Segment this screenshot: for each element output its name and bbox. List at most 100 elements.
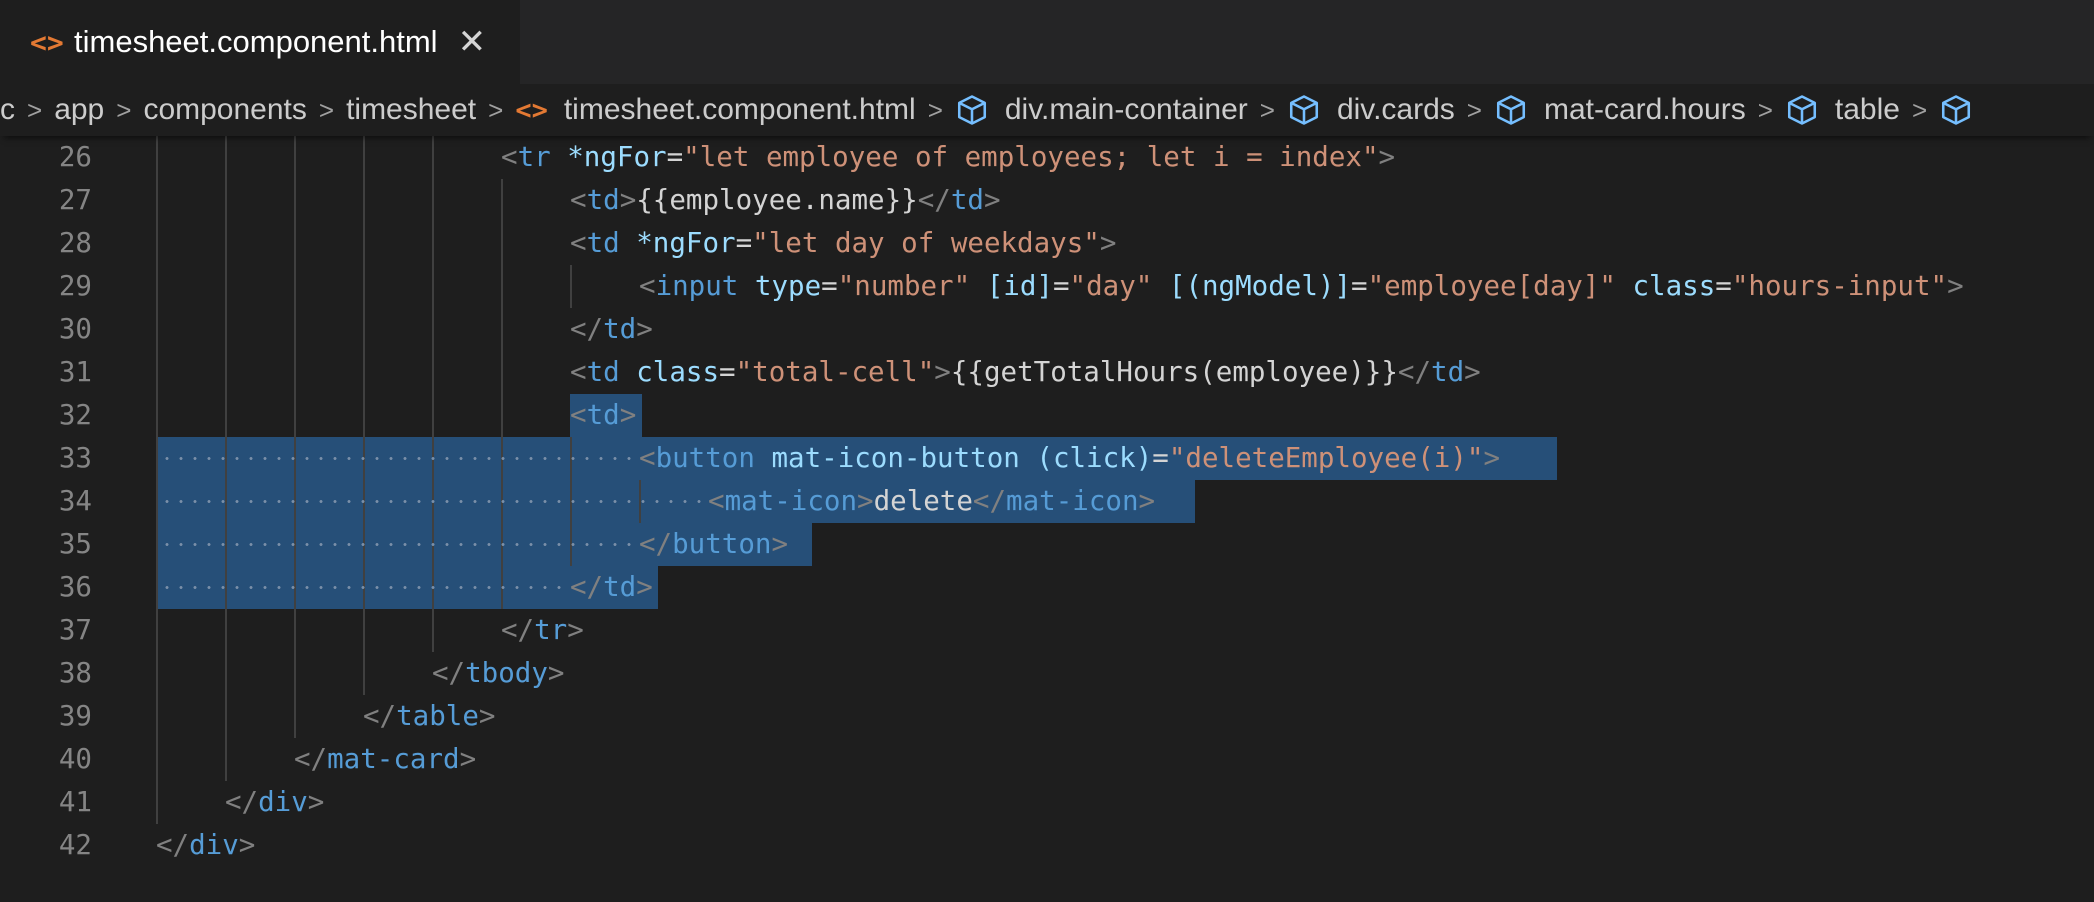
breadcrumb-item-app[interactable]: app xyxy=(54,93,104,127)
code-token: > xyxy=(547,657,565,689)
code-token: "day" xyxy=(1069,270,1153,302)
code-token: </ xyxy=(639,528,673,560)
code-token: button xyxy=(655,442,755,474)
breadcrumb-item-components[interactable]: components xyxy=(143,93,306,127)
line-number: 37 xyxy=(58,614,92,646)
whitespace-render xyxy=(160,543,635,546)
code-token: td xyxy=(586,184,620,216)
breadcrumb-item-timesheet[interactable]: timesheet xyxy=(346,93,476,127)
chevron-right-icon: > xyxy=(1757,94,1773,125)
code-token: td xyxy=(586,227,620,259)
whitespace-render xyxy=(160,500,704,503)
code-token: < xyxy=(639,442,656,474)
code-token: > xyxy=(478,700,496,732)
code-line: 35 </button> xyxy=(0,523,2094,566)
code-token: "hours-input" xyxy=(1731,270,1948,302)
code-token: = xyxy=(666,141,684,173)
breadcrumb-label: div.main-container xyxy=(1004,93,1248,126)
breadcrumb-label: div.cards xyxy=(1336,93,1455,126)
code-token: mat-icon-button xyxy=(771,442,1020,474)
code-token: td xyxy=(950,184,984,216)
line-number: 41 xyxy=(58,786,92,818)
breadcrumb-label: timesheet.component.html xyxy=(563,93,916,126)
code-token: < xyxy=(501,141,518,173)
code-token: input xyxy=(655,270,739,302)
code-line: 36 </td> xyxy=(0,566,2094,609)
code-token: </ xyxy=(225,786,259,818)
line-number: 30 xyxy=(58,313,92,345)
chevron-right-icon: > xyxy=(1466,94,1482,125)
code-token: > xyxy=(307,786,325,818)
element-box-icon xyxy=(1939,93,1973,127)
code-token: > xyxy=(1947,270,1964,302)
code-text: <input type="number" [id]="day" [(ngMode… xyxy=(639,265,1964,308)
code-text: <td>{{employee.name}}</td> xyxy=(570,179,1001,222)
line-number: 36 xyxy=(58,571,92,603)
code-token: < xyxy=(570,227,587,259)
code-token: [id] xyxy=(986,270,1053,302)
code-line: 37 </tr> xyxy=(0,609,2094,652)
breadcrumb-label: table xyxy=(1834,93,1900,126)
code-token: td xyxy=(586,356,620,388)
code-token: "number" xyxy=(837,270,971,302)
code-token: < xyxy=(570,184,587,216)
breadcrumb-item-timesheet-component-html[interactable]: <> timesheet.component.html xyxy=(515,93,915,127)
breadcrumb-item-c[interactable]: c xyxy=(0,93,15,127)
code-token: mat-icon xyxy=(1006,485,1139,517)
code-token: "let day of weekdays" xyxy=(752,227,1100,259)
code-token: </ xyxy=(570,571,604,603)
code-token: = xyxy=(719,356,736,388)
code-token: button xyxy=(672,528,772,560)
code-text: </tr> xyxy=(501,609,584,652)
line-number: 40 xyxy=(58,743,92,775)
code-token: < xyxy=(570,399,587,431)
line-number: 29 xyxy=(58,270,92,302)
code-editor[interactable]: 26 <tr *ngFor="let employee of employees;… xyxy=(0,136,2094,902)
code-text: </div> xyxy=(225,781,324,824)
breadcrumb-label: app xyxy=(54,93,105,126)
code-token: </ xyxy=(363,700,397,732)
code-token: *ngFor xyxy=(636,227,736,259)
code-token: </ xyxy=(501,614,535,646)
breadcrumb-label: components xyxy=(143,93,307,126)
code-token: tr xyxy=(517,141,551,173)
chevron-right-icon: > xyxy=(1911,94,1928,125)
code-token: </ xyxy=(1397,356,1432,388)
code-token: </ xyxy=(156,829,190,861)
code-text: </mat-card> xyxy=(294,738,476,781)
tab-timesheet-component-html[interactable]: <> timesheet.component.html ✕ xyxy=(0,0,520,84)
line-number: 39 xyxy=(58,700,92,732)
code-token: tbody xyxy=(465,657,548,689)
code-token: = xyxy=(1152,442,1169,474)
breadcrumb-item-div-main-container[interactable]: div.main-container xyxy=(955,93,1248,127)
breadcrumb-item-table[interactable]: table xyxy=(1785,93,1900,127)
code-token: class xyxy=(1632,270,1716,302)
close-icon[interactable]: ✕ xyxy=(458,25,487,59)
code-line: 27 <td>{{employee.name}}</td> xyxy=(0,179,2094,222)
code-line: 33 <button mat-icon-button (click)="delet… xyxy=(0,437,2094,480)
code-text: <mat-icon>delete</mat-icon> xyxy=(708,480,1155,523)
breadcrumb-item-mat-card-hours[interactable]: mat-card.hours xyxy=(1494,93,1746,127)
line-number: 42 xyxy=(58,829,92,861)
code-text: </button> xyxy=(639,523,788,566)
code-token: </ xyxy=(294,743,328,775)
code-token: td xyxy=(1431,356,1465,388)
code-token: td xyxy=(603,313,637,345)
code-token: > xyxy=(238,829,256,861)
element-box-icon xyxy=(955,93,989,127)
code-token: > xyxy=(1378,141,1396,173)
code-token: > xyxy=(934,356,951,388)
breadcrumb: c > app > components > timesheet > <> timesheet.c… xyxy=(0,84,2094,136)
code-token: > xyxy=(567,614,584,646)
line-number: 26 xyxy=(58,141,92,173)
breadcrumb-item-div-cards[interactable]: div.cards xyxy=(1287,93,1455,127)
breadcrumb-label: timesheet xyxy=(346,93,477,126)
code-token: mat-card xyxy=(327,743,460,775)
code-token: < xyxy=(570,356,587,388)
code-token: > xyxy=(619,184,637,216)
